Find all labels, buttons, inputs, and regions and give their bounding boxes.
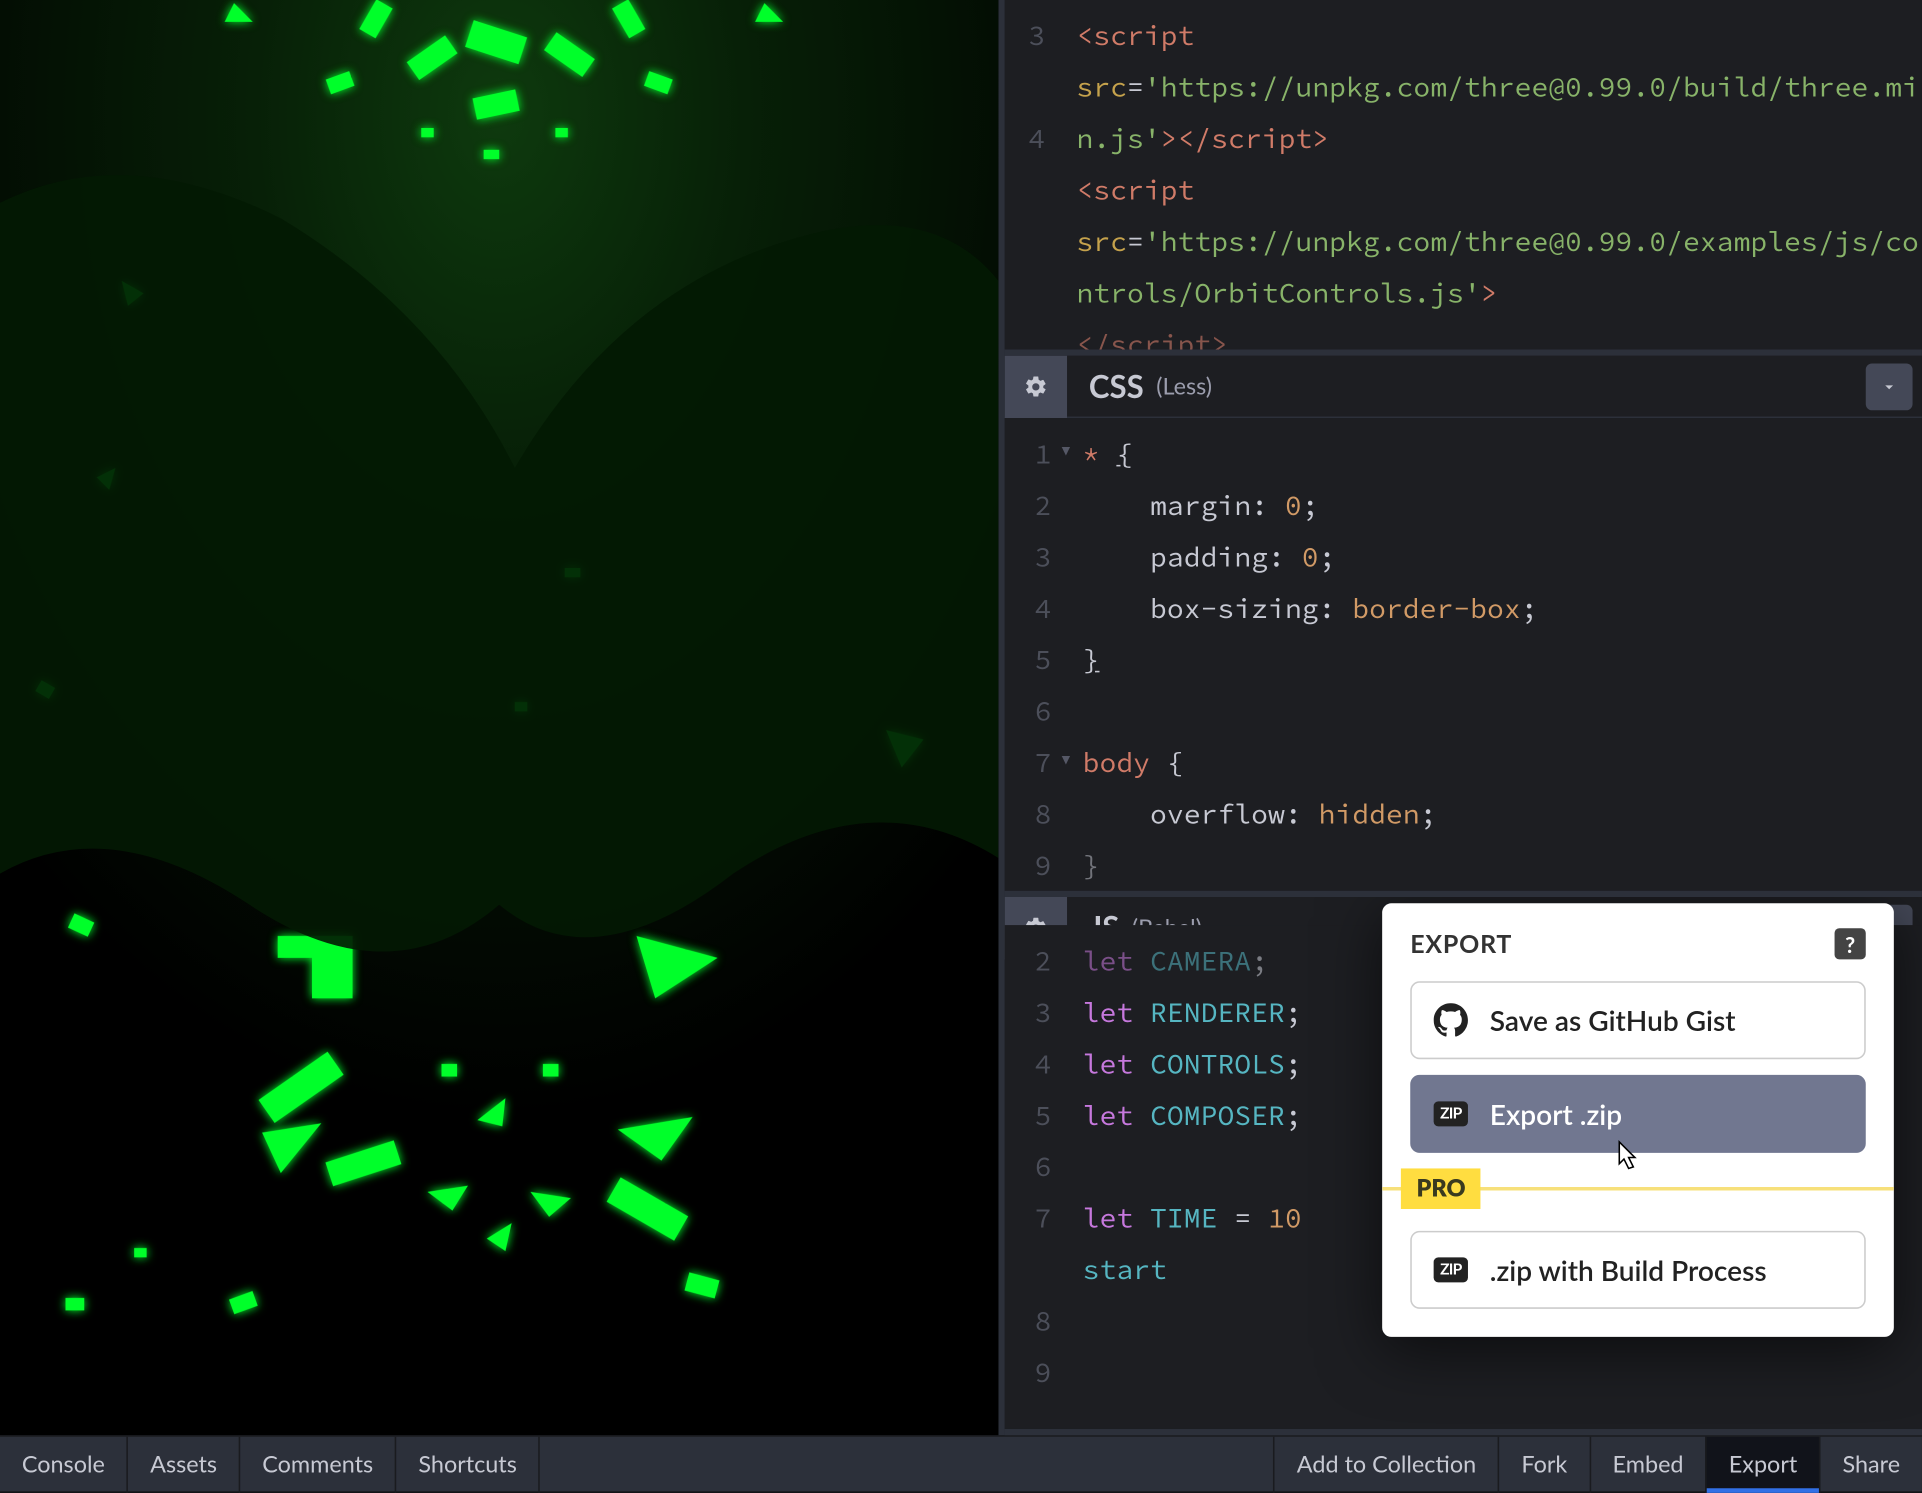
code-line[interactable]: <script xyxy=(1076,164,1922,215)
export-popover: EXPORT ? Save as GitHub Gist ZIP Export … xyxy=(1382,903,1894,1337)
export-zip-label: Export .zip xyxy=(1490,1097,1622,1131)
zip-icon: ZIP xyxy=(1431,1254,1472,1285)
fold-toggle[interactable]: ▼ xyxy=(1061,427,1071,478)
code-line[interactable]: ▼body { xyxy=(1083,736,1922,787)
export-gist-button[interactable]: Save as GitHub Gist xyxy=(1410,981,1866,1059)
code-line[interactable]: src='https://unpkg.com/three@0.99.0/exam… xyxy=(1076,215,1922,318)
zip-icon: ZIP xyxy=(1431,1098,1472,1129)
code-line[interactable]: src='https://unpkg.com/three@0.99.0/buil… xyxy=(1076,61,1922,164)
css-collapse-button[interactable] xyxy=(1866,363,1913,410)
footer-comments-button[interactable]: Comments xyxy=(240,1437,396,1493)
preview-pane[interactable] xyxy=(0,0,998,1435)
js-panel: JS (Babel) 23456789 let CAMERA;let RENDE… xyxy=(1005,897,1922,1435)
footer-fork-button[interactable]: Fork xyxy=(1498,1437,1589,1493)
footer-embed-button[interactable]: Embed xyxy=(1589,1437,1705,1493)
github-icon xyxy=(1431,1005,1472,1036)
export-help-button[interactable]: ? xyxy=(1835,928,1866,959)
footer-share-button[interactable]: Share xyxy=(1819,1437,1922,1493)
pro-badge: PRO xyxy=(1401,1168,1481,1209)
export-zip-button[interactable]: ZIP Export .zip xyxy=(1410,1075,1866,1153)
footer-assets-button[interactable]: Assets xyxy=(128,1437,240,1493)
code-line[interactable] xyxy=(1083,1346,1922,1397)
css-panel: CSS (Less) 123456789 ▼* { margin: 0; pad… xyxy=(1005,356,1922,897)
editor-column: 34 <scriptsrc='https://unpkg.com/three@0… xyxy=(998,0,1922,1435)
code-line[interactable] xyxy=(1083,685,1922,736)
footer-shortcuts-button[interactable]: Shortcuts xyxy=(397,1437,541,1493)
footer-console-button[interactable]: Console xyxy=(0,1437,128,1493)
css-editor[interactable]: 123456789 ▼* { margin: 0; padding: 0; bo… xyxy=(1005,418,1922,891)
css-settings-button[interactable] xyxy=(1005,356,1067,418)
export-zip-build-label: .zip with Build Process xyxy=(1490,1253,1767,1287)
code-line[interactable]: ▼* { xyxy=(1083,427,1922,478)
code-line[interactable]: } xyxy=(1083,633,1922,684)
html-editor[interactable]: 34 <scriptsrc='https://unpkg.com/three@0… xyxy=(1005,0,1922,349)
bottom-bar: ConsoleAssetsCommentsShortcuts Add to Co… xyxy=(0,1435,1922,1491)
code-line[interactable]: padding: 0; xyxy=(1083,530,1922,581)
export-zip-build-button[interactable]: ZIP .zip with Build Process xyxy=(1410,1231,1866,1309)
footer-add-to-collection-button[interactable]: Add to Collection xyxy=(1273,1437,1498,1493)
fold-toggle[interactable]: ▼ xyxy=(1061,736,1071,787)
code-line[interactable]: overflow: hidden; xyxy=(1083,788,1922,839)
export-title: EXPORT xyxy=(1410,929,1512,959)
css-panel-subtitle: (Less) xyxy=(1156,372,1212,400)
css-panel-title: CSS xyxy=(1089,367,1144,404)
code-line[interactable]: margin: 0; xyxy=(1083,479,1922,530)
code-line[interactable]: } xyxy=(1083,839,1922,890)
html-panel: 34 <scriptsrc='https://unpkg.com/three@0… xyxy=(1005,0,1922,356)
footer-export-button[interactable]: Export xyxy=(1705,1437,1819,1493)
code-line[interactable]: <script xyxy=(1076,9,1922,60)
code-line[interactable]: box-sizing: border-box; xyxy=(1083,582,1922,633)
export-gist-label: Save as GitHub Gist xyxy=(1490,1003,1736,1037)
code-line[interactable]: </script> xyxy=(1076,318,1922,349)
